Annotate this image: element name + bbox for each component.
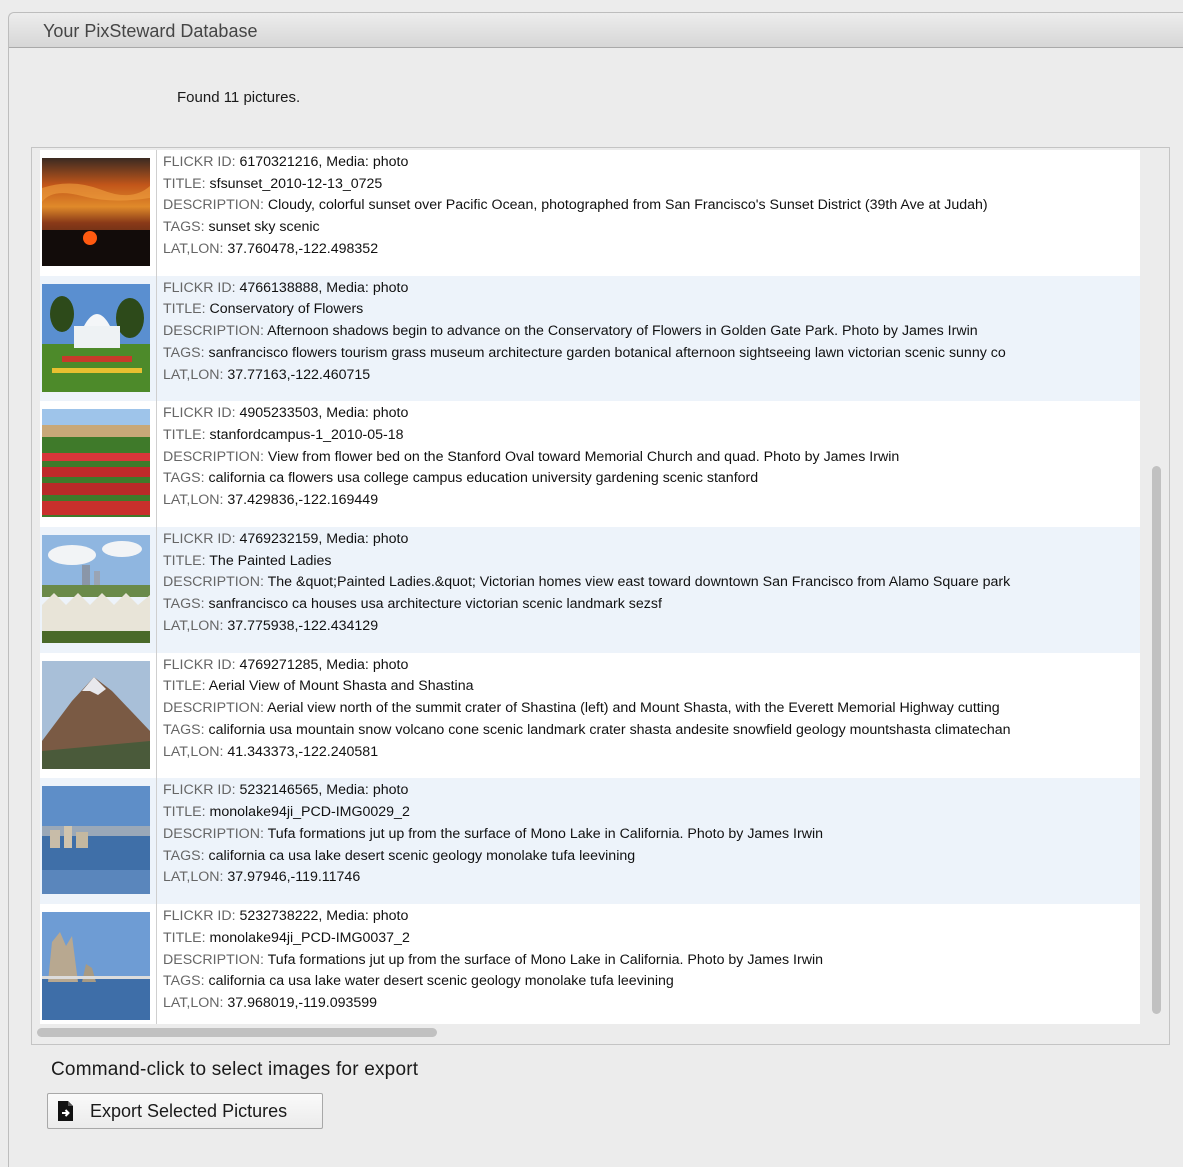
flickr-id: 4769271285: [239, 656, 319, 673]
picture-latlon: 37.97946,-119.11746: [227, 869, 361, 886]
thumbnail-mono-lake-2: [42, 912, 150, 1021]
picture-info: FLICKR ID: 5232738222, Media: photo TITL…: [163, 908, 824, 1011]
list-item[interactable]: FLICKR ID: 5232146565, Media: photo TITL…: [40, 778, 1140, 905]
picture-title: sfsunset_2010-12-13_0725: [209, 175, 383, 192]
list-item[interactable]: FLICKR ID: 4769271285, Media: photo TITL…: [40, 652, 1140, 779]
picture-tags: sanfrancisco flowers tourism grass museu…: [208, 344, 1006, 361]
picture-latlon: 37.429836,-122.169449: [227, 492, 379, 509]
picture-latlon: 37.760478,-122.498352: [227, 240, 379, 257]
window-title: Your PixSteward Database: [43, 21, 258, 41]
picture-info: FLICKR ID: 4769232159, Media: photo TITL…: [163, 531, 1011, 634]
vertical-scrollbar[interactable]: [1152, 466, 1161, 1014]
flickr-id: 6170321216: [239, 154, 319, 170]
horizontal-scrollbar[interactable]: [37, 1028, 437, 1037]
thumbnail-cell: [40, 401, 157, 528]
thumbnail-conservatory: [42, 283, 150, 392]
picture-description: Tufa formations jut up from the surface …: [267, 951, 824, 968]
picture-title: The Painted Ladies: [209, 552, 332, 569]
picture-title: monolake94ji_PCD-IMG0037_2: [209, 929, 410, 946]
picture-tags: california ca usa lake desert scenic geo…: [208, 847, 636, 864]
export-button-label: Export Selected Pictures: [90, 1101, 288, 1121]
media-type: photo: [372, 908, 409, 925]
flickr-id: 5232146565: [239, 782, 319, 799]
media-type: photo: [372, 279, 409, 296]
flickr-id: 4766138888: [239, 279, 319, 296]
picture-tags: california ca usa lake water desert scen…: [208, 973, 674, 990]
list-item[interactable]: FLICKR ID: 4905233503, Media: photo TITL…: [40, 401, 1140, 528]
thumbnail-stanford: [42, 409, 150, 518]
thumbnail-cell: [40, 150, 157, 276]
picture-tags: california usa mountain snow volcano con…: [208, 721, 1011, 738]
flickr-id: 4769232159: [239, 531, 319, 548]
thumbnail-painted-ladies: [42, 535, 150, 644]
media-type: photo: [372, 782, 409, 799]
picture-description: The &quot;Painted Ladies.&quot; Victoria…: [267, 574, 1011, 591]
flickr-id: 5232738222: [239, 908, 319, 925]
thumbnail-mount-shasta: [42, 660, 150, 769]
picture-info: FLICKR ID: 5232146565, Media: photo TITL…: [163, 782, 824, 886]
picture-latlon: 37.968019,-119.093599: [227, 994, 378, 1011]
picture-latlon: 37.775938,-122.434129: [227, 617, 379, 634]
picture-title: stanfordcampus-1_2010-05-18: [209, 427, 404, 444]
media-type: photo: [372, 656, 409, 673]
picture-info: FLICKR ID: 4766138888, Media: photo TITL…: [163, 279, 1006, 383]
picture-latlon: 41.343373,-122.240581: [227, 743, 379, 760]
export-hint: Command-click to select images for expor…: [51, 1059, 419, 1080]
picture-info: FLICKR ID: 4905233503, Media: photo TITL…: [163, 405, 900, 509]
media-type: photo: [372, 405, 409, 422]
thumbnail-sunset: [42, 158, 150, 266]
results-count: Found 11 pictures.: [177, 89, 301, 106]
picture-description: Afternoon shadows begin to advance on th…: [267, 323, 978, 340]
list-item[interactable]: FLICKR ID: 4766138888, Media: photo TITL…: [40, 275, 1140, 402]
picture-list-frame: FLICKR ID: 6170321216, Media: photo TITL…: [31, 147, 1170, 1045]
picture-tags: sunset sky scenic: [208, 219, 320, 236]
thumbnail-mono-lake-1: [42, 786, 150, 895]
thumbnail-cell: [40, 904, 157, 1024]
main-window: Your PixSteward Database Found 11 pictur…: [8, 12, 1183, 1167]
thumbnail-cell: [40, 527, 157, 653]
picture-title: Aerial View of Mount Shasta and Shastina: [208, 678, 474, 695]
thumbnail-cell: [40, 778, 157, 905]
picture-info: FLICKR ID: 6170321216, Media: photo TITL…: [163, 154, 988, 257]
window-titlebar: Your PixSteward Database: [9, 13, 1183, 48]
picture-description: Cloudy, colorful sunset over Pacific Oce…: [267, 197, 988, 214]
list-item[interactable]: FLICKR ID: 4769232159, Media: photo TITL…: [40, 527, 1140, 653]
export-selected-button[interactable]: Export Selected Pictures: [47, 1093, 323, 1129]
list-item[interactable]: FLICKR ID: 6170321216, Media: photo TITL…: [40, 150, 1140, 276]
picture-description: Tufa formations jut up from the surface …: [267, 825, 824, 842]
picture-title: monolake94ji_PCD-IMG0029_2: [209, 804, 410, 821]
thumbnail-cell: [40, 652, 157, 779]
export-document-icon: [56, 1100, 76, 1122]
list-item[interactable]: FLICKR ID: 5232738222, Media: photo TITL…: [40, 904, 1140, 1024]
flickr-id: 4905233503: [239, 405, 319, 422]
picture-list[interactable]: FLICKR ID: 6170321216, Media: photo TITL…: [40, 150, 1140, 1024]
picture-description: View from flower bed on the Stanford Ova…: [267, 448, 900, 465]
thumbnail-cell: [40, 275, 157, 402]
picture-info: FLICKR ID: 4769271285, Media: photo TITL…: [163, 656, 1011, 760]
picture-tags: sanfrancisco ca houses usa architecture …: [208, 596, 662, 613]
picture-title: Conservatory of Flowers: [209, 301, 364, 318]
media-type: photo: [372, 154, 409, 170]
picture-latlon: 37.77163,-122.460715: [227, 366, 371, 383]
picture-tags: california ca flowers usa college campus…: [208, 470, 759, 487]
media-type: photo: [372, 531, 409, 548]
picture-description: Aerial view north of the summit crater o…: [267, 700, 1000, 717]
